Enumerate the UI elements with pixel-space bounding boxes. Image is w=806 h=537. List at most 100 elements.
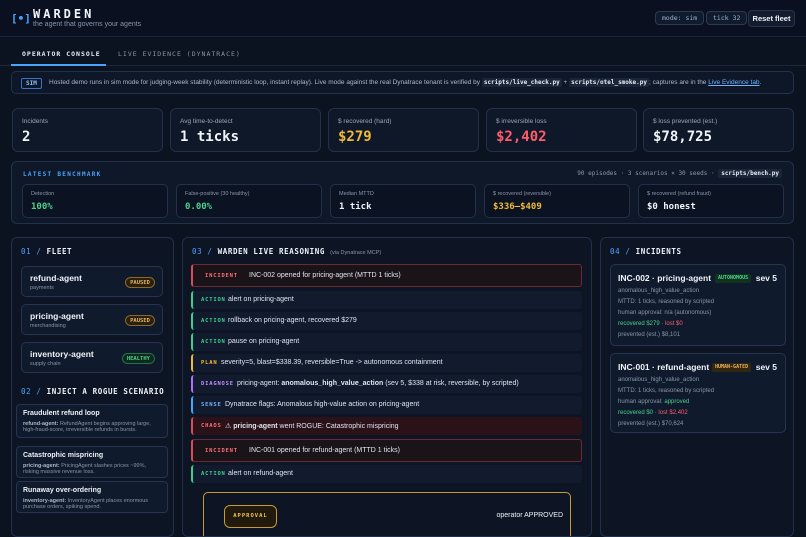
fleet-heading: 01 / FLEET — [21, 247, 72, 256]
event-tag: CHAOS — [201, 423, 222, 429]
live-check-script: scripts/live_check.py — [481, 78, 562, 87]
event-incident: INCIDENT INC-002 opened for pricing-agent… — [191, 264, 582, 287]
event-text-part: pricing-agent: — [237, 380, 282, 387]
stat-value: $78,725 — [653, 129, 713, 145]
lost-amount: lost $0 — [665, 321, 683, 327]
stat-label: Incidents — [22, 118, 49, 125]
agent-card-refund[interactable]: refund-agent payments PAUSED — [21, 266, 163, 297]
agent-name: inventory-agent — [30, 349, 94, 359]
event-text: INC-001 opened for refund-agent (MTTD 1 … — [249, 447, 400, 454]
agent-name: pricing-agent — [30, 311, 84, 321]
section-number: 01 / — [21, 247, 42, 256]
event-tag: ACTION — [201, 297, 226, 303]
incident-approval: human approval: n/a (autonomous) — [618, 310, 711, 316]
incident-prevented: prevented (est.) $70,624 — [618, 421, 684, 427]
event-text-part: went ROGUE: Catastrophic mispricing — [277, 423, 399, 430]
metric-label: $ recovered (reversible) — [493, 191, 552, 197]
event-tag: ACTION — [201, 471, 226, 477]
section-number: 02 / — [21, 387, 42, 396]
metric-false-positive: False-positive (30 healthy) 0.00% — [176, 184, 322, 218]
tab-operator-console[interactable]: OPERATOR CONSOLE — [22, 50, 101, 58]
event-text-emphasis: anomalous_high_value_action — [281, 380, 384, 387]
agent-domain: merchandising — [30, 323, 66, 329]
stat-value: $2,402 — [496, 129, 547, 145]
metric-value: $0 honest — [647, 202, 696, 212]
event-text-part: Dynatrace flags: Anomalous high-value ac… — [225, 401, 420, 408]
tick-pill: tick 32 — [706, 11, 748, 25]
incident-card-inc-001[interactable]: INC-001 · refund-agent HUMAN-GATED sev 5… — [610, 353, 786, 433]
stat-avg-ttd: Avg time-to-detect 1 ticks — [170, 108, 321, 152]
scenario-fraudulent-refund-button[interactable]: Fraudulent refund loop refund-agent: Ref… — [16, 404, 168, 438]
event-action: ACTION rollback on pricing-agent, recover… — [191, 312, 582, 330]
stat-label: Avg time-to-detect — [180, 118, 233, 125]
event-plan: PLAN severity=5, blast=$338.39, reversibl… — [191, 354, 582, 372]
approval-value: approved — [664, 399, 690, 405]
section-title: FLEET — [46, 247, 73, 256]
event-tag: SENSE — [201, 402, 222, 408]
event-text-emphasis: pricing-agent — [233, 423, 278, 430]
event-text: pricing-agent: anomalous_high_value_acti… — [237, 380, 519, 387]
benchmark-title: LATEST BENCHMARK — [23, 171, 102, 178]
approval-tag: APPROVAL — [224, 505, 277, 528]
metric-label: Detection — [31, 191, 55, 197]
reset-fleet-button[interactable]: Reset fleet — [748, 10, 795, 27]
agent-card-pricing[interactable]: pricing-agent merchandising PAUSED — [21, 304, 163, 335]
agent-domain: supply chain — [30, 361, 61, 367]
event-tag: ACTION — [201, 339, 226, 345]
metric-label: Median MTTD — [339, 191, 374, 197]
event-text: alert on refund-agent — [228, 470, 293, 477]
stat-recovered-hard: $ recovered (hard) $279 — [328, 108, 479, 152]
section-title: INCIDENTS — [635, 247, 682, 256]
incident-mttd: MTTD: 1 ticks, reasoned by scripted — [618, 299, 715, 305]
incident-card-inc-002[interactable]: INC-002 · pricing-agent AUTONOMOUS sev 5… — [610, 264, 786, 346]
tab-live-evidence[interactable]: LIVE EVIDENCE (DYNATRACE) — [118, 50, 241, 58]
notice-plus: + — [563, 79, 568, 86]
incidents-heading: 04 / INCIDENTS — [610, 247, 682, 256]
event-tag: DIAGNOSE — [201, 381, 234, 387]
stat-label: $ recovered (hard) — [338, 118, 392, 125]
event-text: alert on pricing-agent — [228, 296, 294, 303]
live-evidence-link[interactable]: Live Evidence tab — [708, 79, 759, 86]
scenario-runaway-over-ordering-button[interactable]: Runaway over-ordering inventory-agent: I… — [16, 481, 168, 513]
scenario-description: refund-agent: RefundAgent begins approvi… — [23, 421, 163, 433]
scenario-title: Runaway over-ordering — [23, 487, 102, 494]
stat-loss-prevented: $ loss prevented (est.) $78,725 — [643, 108, 794, 152]
recovered-amount: recovered $0 — [618, 410, 654, 416]
metric-recovered-refund-fraud: $ recovered (refund fraud) $0 honest — [638, 184, 784, 218]
incident-recovery: recovered $0 · lost $2,402 — [618, 410, 688, 416]
event-action: ACTION pause on pricing-agent — [191, 333, 582, 351]
scenario-title: Fraudulent refund loop — [23, 410, 100, 417]
stat-value: 2 — [22, 129, 31, 145]
stat-incidents: Incidents 2 — [12, 108, 163, 152]
event-tag: INCIDENT — [205, 448, 238, 454]
otel-smoke-script: scripts/otel_smoke.py — [569, 78, 649, 87]
incident-mttd: MTTD: 1 ticks, reasoned by scripted — [618, 388, 715, 394]
reasoning-feed-panel: 03 / WARDEN LIVE REASONING (via Dynatrac… — [182, 237, 592, 537]
notice-text-part: ; captures are in the — [648, 79, 707, 86]
status-badge: HEALTHY — [121, 353, 155, 364]
incident-mode-badge: HUMAN-GATED — [712, 363, 752, 372]
scenario-catastrophic-mispricing-button[interactable]: Catastrophic mispricing pricing-agent: P… — [16, 446, 168, 478]
section-number: 04 / — [610, 247, 631, 256]
agent-name: refund-agent — [30, 273, 82, 283]
benchmark-meta: 90 episodes · 3 scenarios × 30 seeds · s… — [577, 169, 782, 178]
event-text-part: ⚠ — [225, 423, 234, 430]
scenario-title: Catastrophic mispricing — [23, 452, 104, 459]
metric-median-mttd: Median MTTD 1 tick — [330, 184, 476, 218]
event-text: rollback on pricing-agent, recovered $27… — [228, 317, 357, 324]
mode-pill: mode: sim — [655, 11, 705, 25]
top-bar: [•] WARDEN the agent that governs your a… — [0, 0, 806, 37]
event-incident: INCIDENT INC-001 opened for refund-agent … — [191, 439, 582, 462]
event-text-part: severity=5, blast=$338.39, reversible=Tr… — [221, 359, 443, 366]
approval-label: human approval: — [618, 310, 663, 316]
event-text: pause on pricing-agent — [228, 338, 299, 345]
incident-title: INC-002 · pricing-agent — [618, 273, 712, 283]
incident-prevented: prevented (est.) $8,101 — [618, 332, 681, 338]
event-text-part: INC-001 opened for refund-agent (MTTD 1 … — [249, 447, 400, 454]
agent-card-inventory[interactable]: inventory-agent supply chain HEALTHY — [21, 342, 163, 373]
stat-label: $ loss prevented (est.) — [653, 118, 718, 125]
status-badge: PAUSED — [125, 315, 155, 326]
agent-domain: payments — [30, 285, 54, 291]
notice-period: . — [759, 79, 762, 86]
metric-value: 0.00% — [185, 202, 213, 212]
